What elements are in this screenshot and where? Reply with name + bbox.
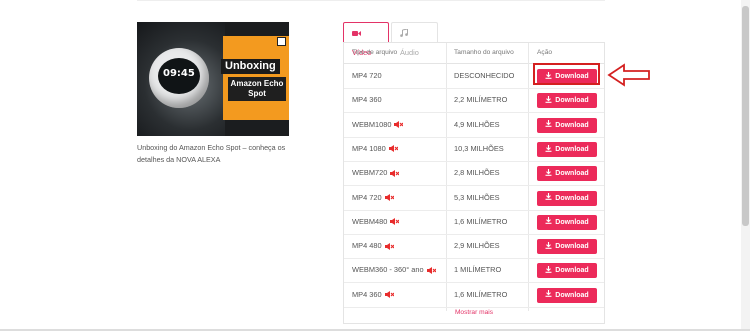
- table-row: WEBM360 - 360° ano 1 MILÍMETRO Download: [344, 258, 604, 284]
- page-scrollbar[interactable]: [741, 0, 750, 331]
- pointer-arrow-icon: [607, 63, 650, 87]
- file-size-cell: 10,3 MILHÕES: [454, 143, 504, 153]
- file-size-cell: DESCONHECIDO: [454, 71, 515, 80]
- video-icon: [352, 30, 361, 36]
- download-button-label: Download: [555, 243, 589, 251]
- thumbnail-subtitle: Amazon Echo Spot: [228, 77, 286, 101]
- top-divider: [137, 0, 605, 1]
- file-type-label: MP4 720: [352, 192, 382, 202]
- file-size-cell: 1 MILÍMETRO: [454, 265, 502, 275]
- file-type-label: MP4 1080: [352, 143, 386, 153]
- header-action: Ação: [537, 49, 553, 56]
- video-caption: Unboxing do Amazon Echo Spot – conheça o…: [137, 143, 286, 164]
- no-audio-icon: [390, 169, 400, 177]
- file-type-cell: MP4 1080: [352, 137, 398, 161]
- file-size-cell: 2,9 MILHÕES: [454, 241, 500, 251]
- file-type-label: MP4 720: [352, 71, 382, 80]
- header-file-size: Tamanho do arquivo: [454, 49, 514, 56]
- download-button[interactable]: Download: [537, 287, 597, 303]
- no-audio-icon: [384, 291, 394, 299]
- thumbnail-title: Unboxing: [221, 59, 280, 74]
- download-button-label: Download: [555, 145, 589, 153]
- download-icon: [545, 120, 552, 128]
- download-button[interactable]: Download: [537, 93, 597, 109]
- music-note-icon: [400, 28, 408, 37]
- download-button-label: Download: [555, 218, 589, 226]
- download-icon: [545, 241, 552, 249]
- file-type-cell: MP4 360: [352, 88, 382, 112]
- table-row: WEBM480 1,6 MILÍMETRO Download: [344, 210, 604, 235]
- scrollbar-thumb[interactable]: [742, 6, 749, 226]
- show-more-link[interactable]: Mostrar mais: [344, 309, 604, 316]
- header-file-type: Tipo de arquivo: [352, 49, 398, 56]
- file-type-label: MP4 360: [352, 289, 382, 299]
- file-type-cell: WEBM1080: [352, 113, 404, 137]
- file-size-cell: 4,9 MILHÕES: [454, 119, 500, 129]
- no-audio-icon: [384, 194, 394, 202]
- file-type-label: WEBM720: [352, 168, 388, 178]
- table-row: MP4 480 2,9 MILHÕES Download: [344, 234, 604, 260]
- download-button-label: Download: [555, 194, 589, 202]
- file-type-cell: MP4 480: [352, 234, 394, 258]
- file-type-cell: WEBM360 - 360° ano: [352, 258, 436, 282]
- download-icon: [545, 193, 552, 201]
- download-button-label: Download: [555, 121, 589, 129]
- file-type-cell: MP4 720: [352, 186, 394, 210]
- table-row: WEBM1080 4,9 MILHÕES Download: [344, 113, 604, 138]
- download-button[interactable]: Download: [537, 166, 597, 182]
- device-clock-text: 09:45: [163, 68, 195, 79]
- file-size-cell: 2,2 MILÍMETRO: [454, 95, 508, 105]
- tab-video[interactable]: Vídeo: [343, 22, 389, 57]
- download-icon: [545, 290, 552, 298]
- table-header: Tipo de arquivo Tamanho do arquivo Ação: [344, 43, 604, 64]
- video-thumbnail[interactable]: 09:45 Unboxing Amazon Echo Spot: [137, 22, 289, 136]
- download-button-label: Download: [555, 267, 589, 275]
- download-button[interactable]: Download: [537, 263, 597, 279]
- no-audio-icon: [394, 121, 404, 129]
- file-type-cell: WEBM480: [352, 210, 400, 234]
- channel-badge-icon: [277, 37, 286, 46]
- no-audio-icon: [390, 218, 400, 226]
- file-type-cell: MP4 720: [352, 64, 382, 88]
- file-type-label: WEBM360 - 360° ano: [352, 265, 424, 275]
- download-button-label: Download: [555, 291, 589, 299]
- download-button-label: Download: [555, 170, 589, 178]
- download-button[interactable]: Download: [537, 214, 597, 230]
- table-row: WEBM720 2,8 MILHÕES Download: [344, 161, 604, 187]
- table-row: MP4 360 2,2 MILÍMETRO Download: [344, 88, 604, 114]
- table-row: MP4 360 1,6 MILÍMETRO Download: [344, 283, 604, 308]
- highlight-box: [533, 63, 600, 85]
- file-type-label: MP4 480: [352, 241, 382, 251]
- file-size-cell: 2,8 MILHÕES: [454, 168, 500, 178]
- tab-audio[interactable]: Áudio: [391, 22, 438, 57]
- download-button[interactable]: Download: [537, 141, 597, 157]
- download-icon: [545, 168, 552, 176]
- file-size-cell: 1,6 MILÍMETRO: [454, 216, 508, 226]
- file-type-label: MP4 360: [352, 95, 382, 105]
- file-type-cell: WEBM720: [352, 161, 400, 185]
- download-button[interactable]: Download: [537, 190, 597, 206]
- download-button-label: Download: [555, 97, 589, 105]
- no-audio-icon: [384, 242, 394, 250]
- table-row: MP4 720 5,3 MILHÕES Download: [344, 186, 604, 211]
- file-type-label: WEBM1080: [352, 119, 392, 129]
- file-type-label: WEBM480: [352, 216, 388, 226]
- file-size-cell: 5,3 MILHÕES: [454, 192, 500, 202]
- download-icon: [545, 95, 552, 103]
- no-audio-icon: [388, 145, 398, 153]
- file-type-cell: MP4 360: [352, 283, 394, 307]
- download-button[interactable]: Download: [537, 239, 597, 255]
- table-row: MP4 1080 10,3 MILHÕES Download: [344, 137, 604, 162]
- download-button[interactable]: Download: [537, 117, 597, 133]
- file-size-cell: 1,6 MILÍMETRO: [454, 289, 508, 299]
- download-icon: [545, 144, 552, 152]
- no-audio-icon: [426, 266, 436, 274]
- download-icon: [545, 217, 552, 225]
- download-icon: [545, 266, 552, 273]
